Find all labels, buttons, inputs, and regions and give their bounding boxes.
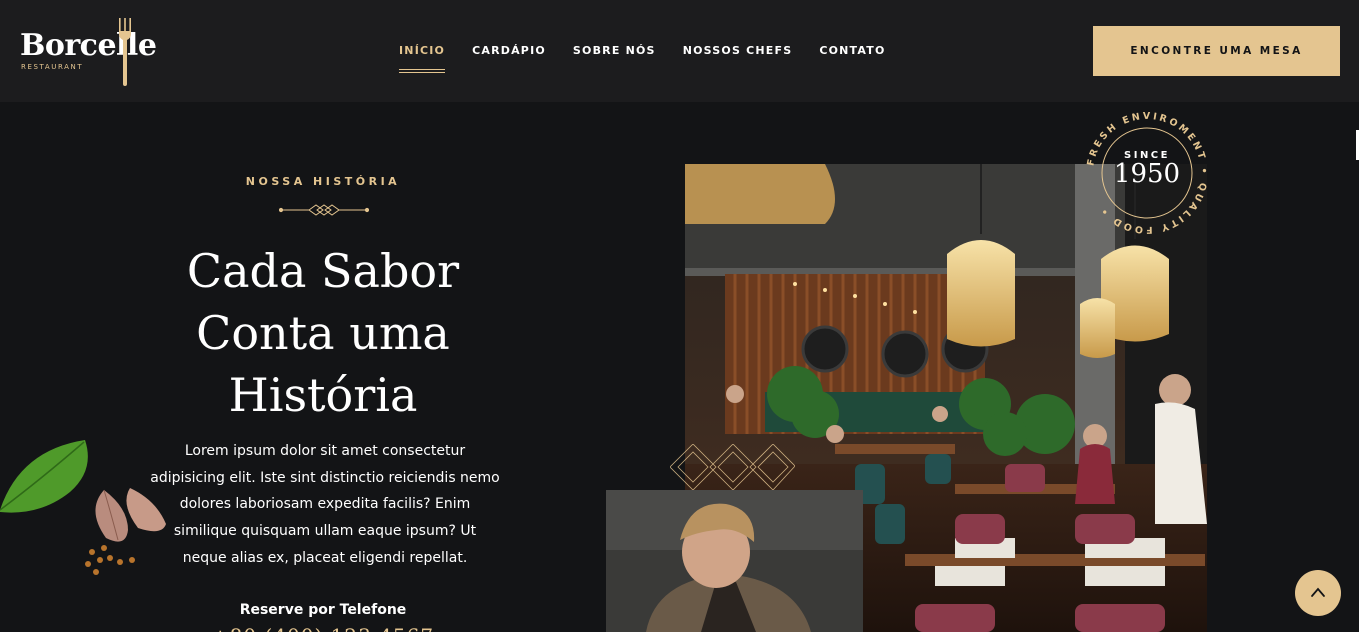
chevron-up-icon bbox=[1311, 587, 1325, 597]
nav-item-inicio[interactable]: INÍCIO bbox=[399, 44, 446, 73]
site-header: Borcelle RESTAURANT INÍCIO CARDÁPIO SOBR… bbox=[0, 0, 1359, 102]
nav-item-cardapio[interactable]: CARDÁPIO bbox=[472, 44, 546, 57]
hero-description: Lorem ipsum dolor sit amet consectetur a… bbox=[150, 443, 500, 566]
diamond-divider-icon bbox=[279, 204, 369, 216]
active-nav-indicator bbox=[399, 69, 446, 73]
fork-icon bbox=[119, 18, 131, 86]
phone-number-link[interactable]: +80 (400) 123 4567 bbox=[0, 624, 646, 632]
chef-photo bbox=[606, 490, 863, 632]
section-eyebrow: NOSSA HISTÓRIA bbox=[245, 175, 401, 188]
headline-line: Conta uma bbox=[196, 306, 450, 360]
nav-item-contato[interactable]: CONTATO bbox=[819, 44, 885, 57]
main-nav: INÍCIO CARDÁPIO SOBRE NÓS NOSSOS CHEFS C… bbox=[399, 44, 886, 73]
badge-year: 1950 bbox=[1113, 159, 1181, 189]
hero-headline: Cada Sabor Conta uma História bbox=[0, 240, 646, 426]
brand-tagline: RESTAURANT bbox=[21, 63, 84, 71]
phone-label: Reserve por Telefone bbox=[239, 602, 407, 618]
find-table-button[interactable]: ENCONTRE UMA MESA bbox=[1093, 26, 1340, 76]
basil-garlic-decoration bbox=[0, 440, 166, 575]
nav-item-sobre-nos[interactable]: SOBRE NÓS bbox=[573, 44, 656, 57]
headline-line: História bbox=[228, 368, 418, 422]
brand-logo[interactable]: Borcelle RESTAURANT bbox=[20, 18, 170, 86]
nav-item-nossos-chefs[interactable]: NOSSOS CHEFS bbox=[683, 44, 793, 57]
back-to-top-button[interactable] bbox=[1295, 570, 1341, 616]
nav-item-label: INÍCIO bbox=[399, 44, 446, 57]
headline-line: Cada Sabor bbox=[186, 244, 460, 298]
brand-name: Borcelle bbox=[20, 28, 157, 63]
geometric-pattern-decoration bbox=[670, 444, 795, 490]
